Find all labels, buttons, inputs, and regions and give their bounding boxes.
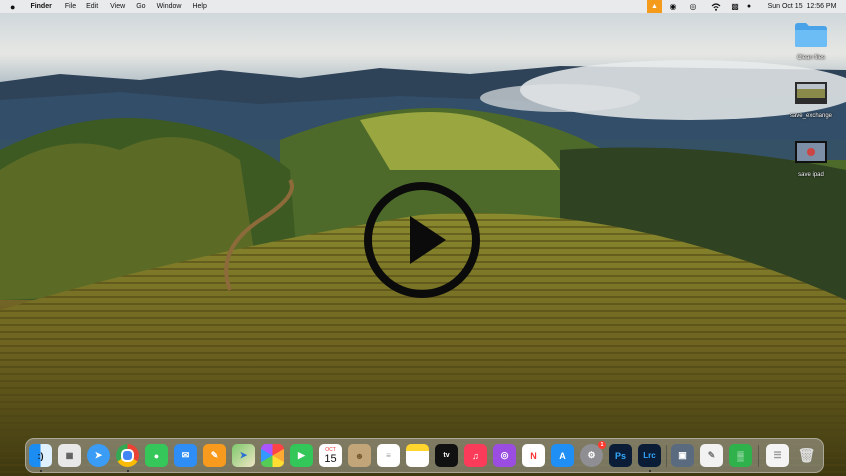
menu-edit[interactable]: Edit <box>86 3 98 10</box>
image-thumbnail-icon <box>795 82 827 104</box>
desktop-file-save-ipad[interactable]: save ipad <box>781 139 841 178</box>
apple-tv-icon[interactable]: tv <box>435 444 458 467</box>
clock-datetime[interactable]: Sun Oct 15 12:56 PM <box>762 0 842 13</box>
play-icon[interactable] <box>362 180 482 300</box>
textedit-icon[interactable]: ✎ <box>700 444 723 467</box>
apple-icon[interactable]: ● <box>10 2 15 12</box>
control-center-icon[interactable]: ▩ <box>730 0 740 13</box>
finder-icon[interactable]: :) <box>29 444 52 467</box>
desktop-icon-label: Clean files <box>796 55 825 61</box>
menu-window[interactable]: Window <box>157 3 182 10</box>
user-icon[interactable]: ● <box>744 0 754 13</box>
image-thumbnail-icon <box>795 141 827 163</box>
notes-icon[interactable] <box>406 444 429 467</box>
menu-file[interactable]: File <box>65 3 76 10</box>
photoshop-icon[interactable]: Ps <box>609 444 632 467</box>
preview-icon[interactable]: ▣ <box>671 444 694 467</box>
vpn-icon[interactable]: ◎ <box>687 0 699 13</box>
trash-icon[interactable]: 🗑 <box>795 444 818 467</box>
pages-icon[interactable]: ✎ <box>203 444 226 467</box>
notification-badge: 1 <box>598 441 606 449</box>
messages-icon[interactable]: ● <box>145 444 168 467</box>
reminders-icon[interactable]: ≡ <box>377 444 400 467</box>
wifi-icon[interactable] <box>710 0 722 13</box>
maps-icon[interactable]: ➤ <box>232 444 255 467</box>
mail-icon[interactable]: ✉ <box>174 444 197 467</box>
desktop-icon-label: save_exchange <box>789 113 833 119</box>
timer-app-icon[interactable]: ▲ <box>647 0 662 13</box>
menu-bar: ● Finder File Edit View Go Window Help ▲… <box>0 0 846 13</box>
launchpad-icon[interactable]: ▦ <box>58 444 81 467</box>
app-store-icon[interactable]: A <box>551 444 574 467</box>
chrome-icon[interactable] <box>116 444 139 467</box>
dock: :) ▦ ➤ ● ✉ ✎ ➤ ▶ OCT 15 ☻ ≡ tv ♫ ◎ N A ⚙… <box>25 438 824 473</box>
news-icon[interactable]: N <box>522 444 545 467</box>
photos-icon[interactable] <box>261 444 284 467</box>
calendar-icon[interactable]: OCT 15 <box>319 444 342 467</box>
music-icon[interactable]: ♫ <box>464 444 487 467</box>
lightroom-classic-icon[interactable]: Lrc <box>638 444 661 467</box>
system-settings-icon[interactable]: ⚙ 1 <box>580 441 606 467</box>
folder-icon <box>795 23 827 47</box>
menu-help[interactable]: Help <box>192 3 206 10</box>
desktop-file-save-exchange[interactable]: save_exchange <box>781 80 841 119</box>
podcasts-icon[interactable]: ◎ <box>493 444 516 467</box>
record-icon[interactable]: ◉ <box>668 0 678 13</box>
contacts-icon[interactable]: ☻ <box>348 444 371 467</box>
facetime-icon[interactable]: ▶ <box>290 444 313 467</box>
calendar-day: 15 <box>324 452 337 465</box>
menu-view[interactable]: View <box>110 3 125 10</box>
menu-go[interactable]: Go <box>136 3 145 10</box>
safari-icon[interactable]: ➤ <box>87 444 110 467</box>
desktop-icon-label: save ipad <box>798 172 824 178</box>
document-icon[interactable]: ☰ <box>766 444 789 467</box>
app-menu-finder[interactable]: Finder <box>30 3 51 10</box>
desktop-folder-clean-files[interactable]: Clean files <box>781 22 841 61</box>
numbers-icon[interactable]: ▒ <box>729 444 752 467</box>
